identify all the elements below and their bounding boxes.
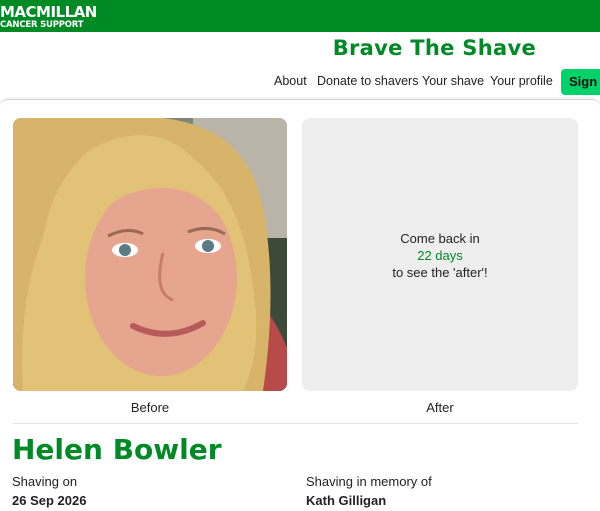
top-brand-bar: MACMILLAN CANCER SUPPORT bbox=[0, 0, 600, 32]
after-photo-placeholder: Come back in 22 days to see the 'after'! bbox=[302, 118, 578, 391]
main-nav: About Donate to shavers Your shave Your … bbox=[0, 66, 600, 96]
logo-line-2: CANCER SUPPORT bbox=[0, 20, 84, 30]
nav-donate-to-shavers[interactable]: Donate to shavers bbox=[317, 74, 418, 88]
before-photo bbox=[13, 118, 287, 391]
shaving-on-date: 26 Sep 2026 bbox=[12, 493, 87, 508]
nav-your-profile[interactable]: Your profile bbox=[490, 74, 553, 88]
after-caption: After bbox=[426, 400, 454, 415]
in-memory-name: Kath Gilligan bbox=[306, 493, 387, 508]
portrait-illustration bbox=[13, 118, 287, 391]
logo-line-1: MACMILLAN bbox=[0, 3, 97, 21]
profile-name: Helen Bowler bbox=[12, 433, 222, 466]
brave-the-shave-title[interactable]: Brave The Shave bbox=[333, 36, 536, 60]
nav-about[interactable]: About bbox=[274, 74, 307, 88]
shaving-on-label: Shaving on bbox=[12, 474, 78, 489]
sign-in-button[interactable]: Sign in bbox=[561, 69, 600, 95]
after-message-bottom: to see the 'after'! bbox=[392, 265, 488, 280]
days-remaining: 22 days bbox=[417, 248, 463, 263]
in-memory-label: Shaving in memory of bbox=[306, 474, 432, 489]
before-caption: Before bbox=[130, 400, 170, 415]
after-message-top: Come back in bbox=[400, 231, 480, 246]
divider bbox=[13, 423, 578, 424]
macmillan-logo[interactable]: MACMILLAN CANCER SUPPORT bbox=[0, 5, 97, 30]
nav-your-shave[interactable]: Your shave bbox=[422, 74, 484, 88]
